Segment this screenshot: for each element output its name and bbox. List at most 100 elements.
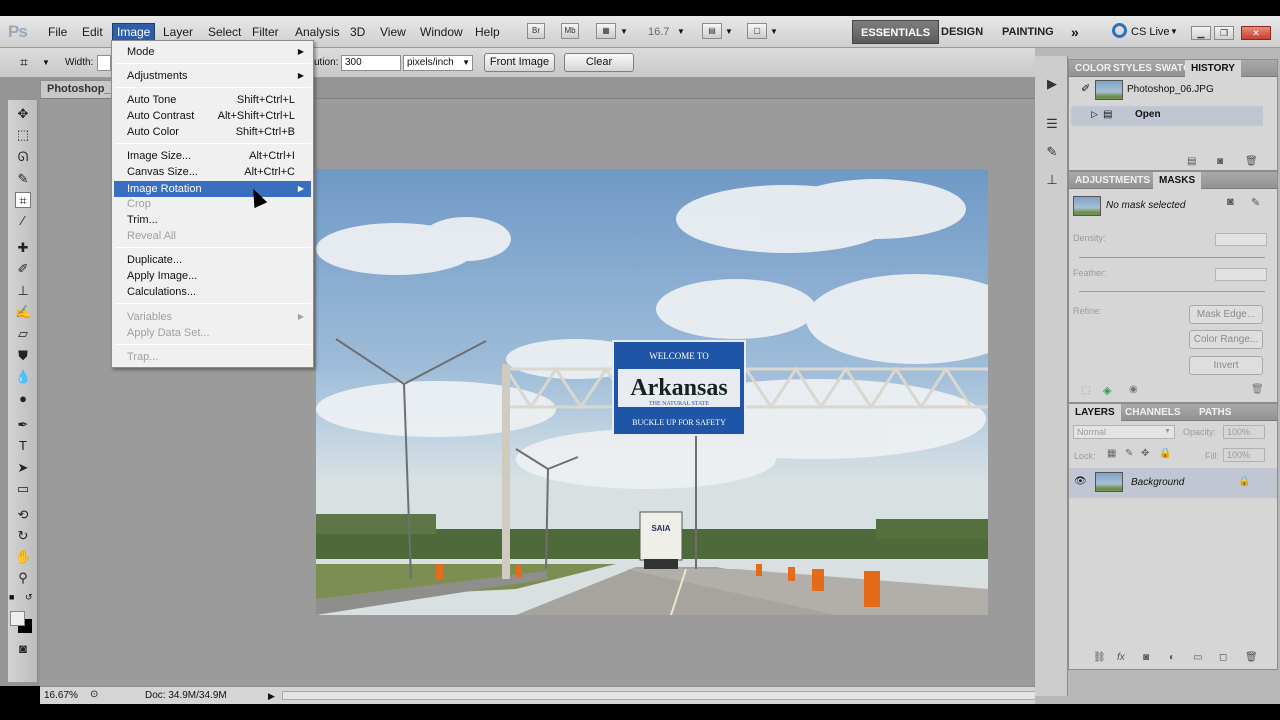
menu-item-auto-color[interactable]: Auto Color Shift+Ctrl+B: [114, 124, 311, 140]
snapshot-name[interactable]: Photoshop_06.JPG: [1127, 84, 1214, 95]
opacity-field[interactable]: 100%: [1223, 425, 1265, 439]
menu-edit[interactable]: Edit: [78, 24, 107, 40]
crop-tool-icon[interactable]: ⌗: [20, 54, 28, 71]
zoom-level[interactable]: 16.7: [648, 26, 669, 38]
front-image-button[interactable]: Front Image: [484, 53, 555, 72]
marquee-tool-icon[interactable]: ⬚: [15, 127, 31, 143]
lock-all-icon[interactable]: 🔒: [1159, 448, 1171, 459]
mask-edge-button[interactable]: Mask Edge...: [1189, 305, 1263, 324]
feather-field[interactable]: [1215, 268, 1267, 281]
add-mask-icon[interactable]: ◙: [1143, 652, 1149, 663]
eyedropper-tool-icon[interactable]: ⁄: [15, 213, 31, 229]
vector-mask-icon[interactable]: ✎: [1251, 196, 1260, 209]
layer-name[interactable]: Background: [1131, 477, 1184, 488]
apply-mask-icon[interactable]: ◈: [1103, 384, 1111, 397]
tab-layers[interactable]: LAYERS: [1069, 404, 1121, 421]
shape-tool-icon[interactable]: ▭: [15, 481, 31, 497]
link-layers-icon[interactable]: ⛓: [1093, 652, 1106, 663]
status-menu-arrow-icon[interactable]: ▶: [268, 688, 275, 704]
history-brush-tool-icon[interactable]: ✍: [15, 304, 31, 320]
delete-layer-icon[interactable]: 🗑: [1245, 652, 1258, 663]
history-state-row[interactable]: ▷ ▤ Open: [1071, 106, 1263, 126]
menu-item-reveal-all[interactable]: Reveal All: [114, 228, 311, 244]
paint-bucket-tool-icon[interactable]: ⛊: [15, 348, 31, 364]
menu-item-apply-image[interactable]: Apply Image...: [114, 268, 311, 284]
lock-transparency-icon[interactable]: ▦: [1107, 448, 1116, 459]
delete-mask-icon[interactable]: 🗑: [1251, 384, 1264, 395]
tool-preset-dropdown-icon[interactable]: ▼: [42, 58, 50, 67]
lasso-tool-icon[interactable]: ᘏ: [15, 149, 31, 165]
density-slider[interactable]: [1079, 257, 1265, 258]
3d-orbit-tool-icon[interactable]: ↻: [15, 528, 31, 544]
menu-help[interactable]: Help: [471, 24, 504, 40]
menu-item-calculations[interactable]: Calculations...: [114, 284, 311, 300]
path-selection-tool-icon[interactable]: ➤: [15, 460, 31, 476]
menu-item-trap[interactable]: Trap...: [114, 349, 311, 365]
menu-item-crop[interactable]: Crop: [114, 196, 311, 212]
menu-select[interactable]: Select: [204, 24, 245, 40]
default-colors-icon[interactable]: ■: [9, 592, 14, 602]
menu-window[interactable]: Window: [416, 24, 467, 40]
brush-tool-icon[interactable]: ✐: [15, 261, 31, 277]
tab-paths[interactable]: PATHS: [1193, 404, 1237, 421]
lock-position-icon[interactable]: ✥: [1141, 448, 1149, 459]
menu-image[interactable]: Image: [112, 23, 156, 41]
cs-live-icon[interactable]: [1112, 23, 1127, 38]
tab-masks[interactable]: MASKS: [1153, 172, 1202, 189]
menu-file[interactable]: File: [44, 24, 71, 40]
menu-item-duplicate[interactable]: Duplicate...: [114, 252, 311, 268]
extras-dropdown-icon[interactable]: ▼: [620, 27, 628, 36]
menu-item-auto-tone[interactable]: Auto Tone Shift+Ctrl+L: [114, 92, 311, 108]
restore-icon[interactable]: ❐: [1214, 26, 1234, 40]
menu-item-auto-contrast[interactable]: Auto Contrast Alt+Shift+Ctrl+L: [114, 108, 311, 124]
color-range-button[interactable]: Color Range...: [1189, 330, 1263, 349]
history-brush-source-icon[interactable]: ✐: [1081, 82, 1090, 95]
zoom-tool-icon[interactable]: ⚲: [15, 570, 31, 586]
new-group-icon[interactable]: ▭: [1193, 652, 1202, 663]
menu-item-adjustments[interactable]: Adjustments ▶: [114, 68, 311, 84]
layer-visibility-eye-icon[interactable]: 👁: [1074, 476, 1087, 487]
clear-button[interactable]: Clear: [564, 53, 634, 72]
blur-tool-icon[interactable]: 💧: [15, 369, 31, 385]
menu-filter[interactable]: Filter: [248, 24, 283, 40]
move-tool-icon[interactable]: ✥: [15, 106, 31, 122]
clone-source-icon[interactable]: ⊥: [1043, 172, 1061, 188]
resolution-units-select[interactable]: pixels/inch ▼: [403, 55, 473, 71]
invert-button[interactable]: Invert: [1189, 356, 1263, 375]
menu-analysis[interactable]: Analysis: [291, 24, 344, 40]
delete-state-icon[interactable]: 🗑: [1245, 156, 1258, 167]
menu-item-trim[interactable]: Trim...: [114, 212, 311, 228]
new-document-from-state-icon[interactable]: ▤: [1187, 156, 1196, 167]
hand-tool-icon[interactable]: ✋: [15, 549, 31, 565]
clone-stamp-tool-icon[interactable]: ⊥: [15, 283, 31, 299]
arrange-dropdown-icon[interactable]: ▼: [725, 27, 733, 36]
menu-item-image-rotation[interactable]: Image Rotation ▶: [114, 181, 311, 197]
tool-presets-icon[interactable]: ☰: [1043, 116, 1061, 132]
fill-field[interactable]: 100%: [1223, 448, 1265, 462]
minimize-icon[interactable]: ▁: [1191, 26, 1211, 40]
screen-mode-icon[interactable]: ▢: [747, 23, 767, 39]
status-info-icon[interactable]: ⊙: [90, 687, 98, 703]
extras-icon[interactable]: ▦: [596, 23, 616, 39]
healing-brush-tool-icon[interactable]: ✚: [15, 240, 31, 256]
cs-live-dropdown-icon[interactable]: ▼: [1170, 27, 1178, 36]
pixel-mask-icon[interactable]: ◙: [1227, 196, 1234, 208]
3d-rotate-tool-icon[interactable]: ⟲: [15, 507, 31, 523]
density-field[interactable]: [1215, 233, 1267, 246]
feather-slider[interactable]: [1079, 291, 1265, 292]
workspace-painting[interactable]: PAINTING: [994, 20, 1062, 44]
status-zoom[interactable]: 16.67%: [44, 688, 78, 704]
lock-image-icon[interactable]: ✎: [1125, 448, 1133, 459]
quick-mask-icon[interactable]: ◙: [15, 641, 31, 657]
menu-view[interactable]: View: [376, 24, 410, 40]
adjustment-layer-icon[interactable]: ◐: [1169, 652, 1175, 663]
dodge-tool-icon[interactable]: ●: [15, 391, 31, 407]
width-field[interactable]: [97, 55, 111, 71]
type-tool-icon[interactable]: T: [15, 438, 31, 454]
more-workspaces-icon[interactable]: »: [1071, 24, 1079, 40]
new-layer-icon[interactable]: ◻: [1219, 652, 1227, 663]
bridge-icon[interactable]: Br: [527, 23, 545, 39]
pen-tool-icon[interactable]: ✒: [15, 417, 31, 433]
screen-mode-dropdown-icon[interactable]: ▼: [770, 27, 778, 36]
create-snapshot-icon[interactable]: ◙: [1217, 156, 1223, 167]
